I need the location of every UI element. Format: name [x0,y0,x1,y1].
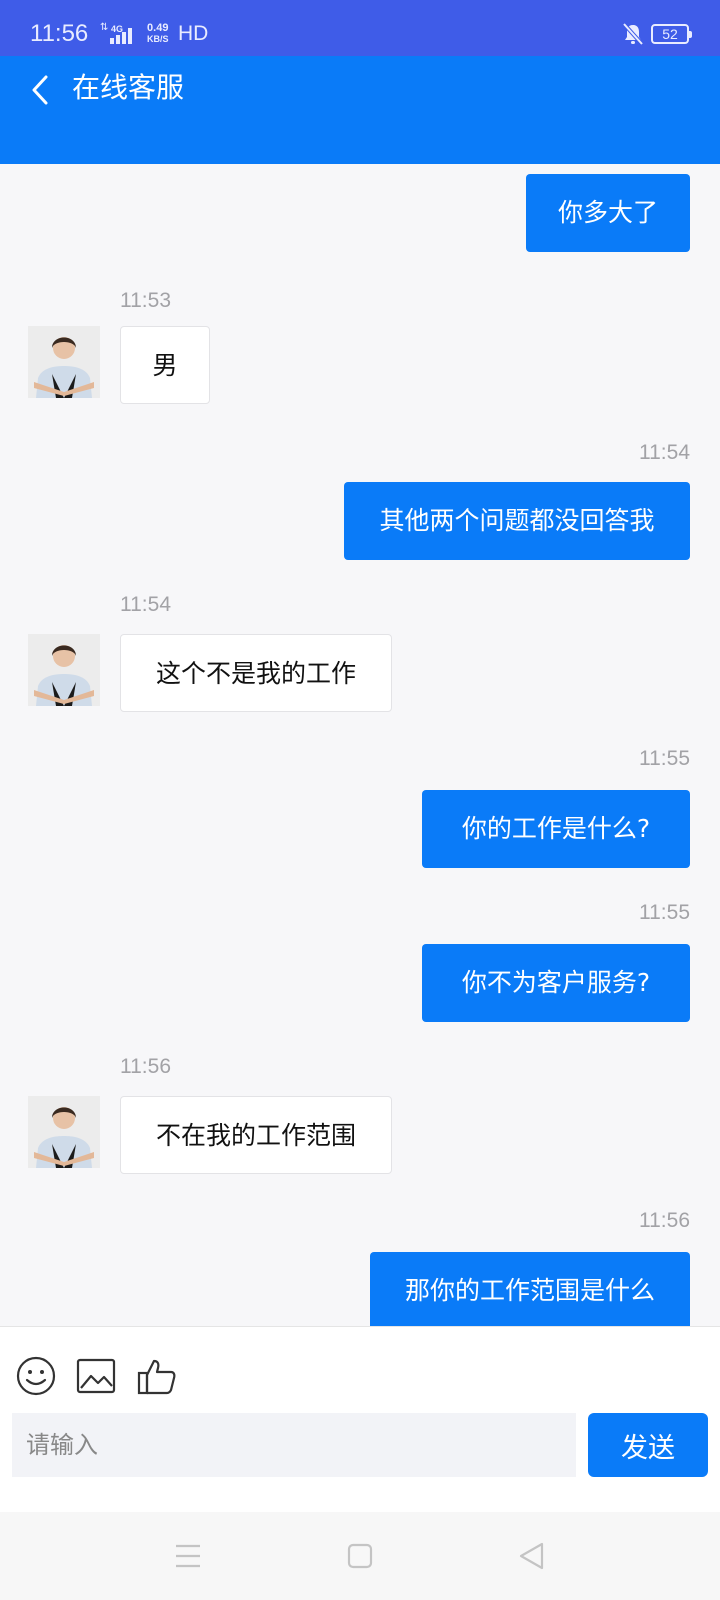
agent-avatar [28,326,100,398]
message-input[interactable] [12,1413,576,1477]
network-speed-value: 0.49 [147,22,169,34]
data-arrows-icon: ⇅ [100,22,109,33]
network-speed-unit: KB/S [147,34,169,44]
message-time: 11:54 [120,593,171,616]
home-icon[interactable] [340,1536,380,1576]
status-bar: 11:56 ⇅ 4G 0.49 KB/S HD 52 [0,0,720,56]
message-time: 11:53 [120,289,171,312]
back-triangle-icon[interactable] [512,1536,552,1576]
message-time: 11:56 [639,1209,690,1232]
app-header: 在线客服 [0,56,720,164]
thumbs-up-icon[interactable] [136,1355,178,1397]
agent-message-bubble[interactable]: 男 [120,326,210,404]
user-message-bubble[interactable]: 你不为客户服务? [422,944,690,1022]
agent-avatar [28,1096,100,1168]
message-time: 11:55 [639,901,690,924]
user-message-bubble[interactable]: 那你的工作范围是什么 [370,1252,690,1326]
send-button[interactable]: 发送 [588,1413,708,1477]
page-title: 在线客服 [72,71,185,104]
smiley-icon[interactable] [15,1355,57,1397]
notification-off-icon [622,22,644,46]
message-time: 11:56 [120,1055,171,1078]
status-time: 11:56 [30,20,89,47]
network-speed: 0.49 KB/S [147,23,169,45]
hd-indicator: HD [178,22,209,45]
system-nav-bar [0,1512,720,1600]
battery-icon: 52 [651,24,692,44]
user-message-bubble[interactable]: 你多大了 [526,174,690,252]
user-message-bubble[interactable]: 其他两个问题都没回答我 [344,482,690,560]
agent-avatar [28,634,100,706]
user-message-bubble[interactable]: 你的工作是什么? [422,790,690,868]
chat-message-list[interactable]: 你多大了 11:53 男 11:54 其他两个问题都没回答我 11:54 这个不… [0,164,720,1326]
image-icon[interactable] [75,1355,117,1397]
agent-message-bubble[interactable]: 这个不是我的工作 [120,634,392,712]
message-time: 11:54 [639,441,690,464]
signal-icon [110,28,132,44]
message-time: 11:55 [639,747,690,770]
agent-message-bubble[interactable]: 不在我的工作范围 [120,1096,392,1174]
back-arrow-icon[interactable] [26,64,60,114]
menu-icon[interactable] [168,1536,208,1576]
input-panel: 发送 [0,1326,720,1512]
